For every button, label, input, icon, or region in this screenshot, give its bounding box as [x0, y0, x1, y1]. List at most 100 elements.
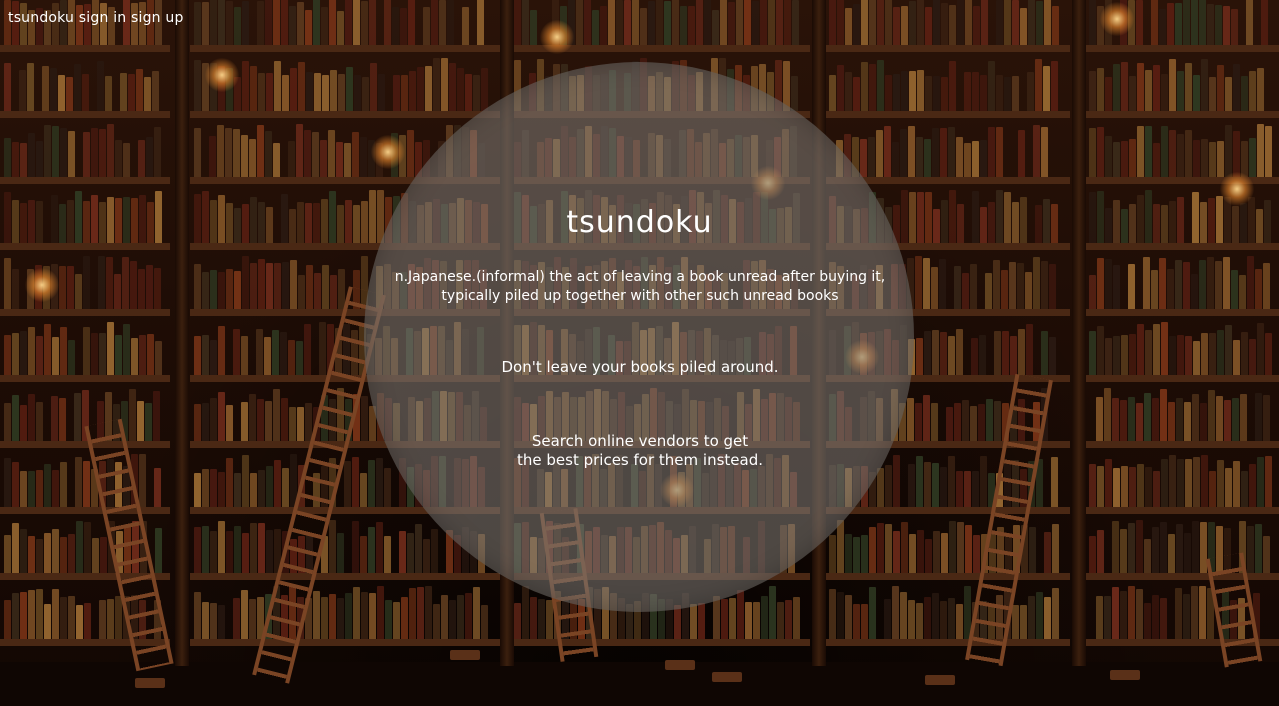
book	[1265, 126, 1272, 177]
floor	[0, 662, 1279, 706]
book	[265, 0, 272, 45]
book	[1029, 527, 1036, 573]
book	[1209, 142, 1216, 177]
book	[941, 533, 948, 573]
book	[980, 140, 987, 177]
book	[988, 61, 995, 111]
book	[194, 473, 201, 507]
book	[1161, 322, 1168, 375]
book	[67, 266, 74, 309]
book	[664, 1, 671, 45]
book	[266, 466, 273, 507]
book	[218, 392, 225, 441]
book	[354, 75, 361, 111]
book	[76, 605, 83, 639]
book	[272, 330, 279, 375]
book	[210, 270, 217, 309]
book	[1257, 323, 1264, 375]
book	[1241, 471, 1248, 507]
book	[1193, 457, 1200, 507]
book	[257, 1, 264, 45]
book	[152, 71, 159, 111]
book	[1136, 520, 1143, 573]
book	[1012, 0, 1019, 45]
book	[948, 127, 955, 177]
stool	[712, 672, 742, 682]
book	[92, 538, 99, 573]
book	[75, 457, 82, 507]
book	[656, 0, 663, 45]
book	[1012, 605, 1019, 639]
book	[1249, 464, 1256, 507]
book	[993, 260, 1000, 309]
book	[1004, 77, 1011, 111]
book	[138, 269, 145, 309]
book	[909, 71, 916, 111]
book	[1225, 125, 1232, 177]
book	[1217, 141, 1224, 177]
book	[1153, 65, 1160, 111]
book	[1169, 130, 1176, 177]
book	[1217, 65, 1224, 111]
book	[1241, 76, 1248, 111]
book	[344, 461, 351, 507]
book	[861, 62, 868, 111]
bookshelf	[0, 320, 170, 382]
book	[1089, 71, 1096, 111]
book	[28, 327, 35, 375]
book	[1201, 455, 1208, 507]
book	[304, 324, 311, 375]
book	[978, 404, 985, 441]
book	[138, 140, 145, 177]
book	[940, 128, 947, 177]
book	[1113, 336, 1120, 375]
book	[409, 588, 416, 639]
book	[137, 401, 144, 441]
book	[949, 61, 956, 111]
book	[1044, 532, 1051, 573]
book	[98, 256, 105, 309]
book	[68, 131, 75, 177]
book	[128, 74, 135, 111]
book	[4, 258, 11, 309]
book	[1183, 0, 1190, 45]
book	[288, 141, 295, 177]
book	[60, 537, 67, 573]
book	[1151, 0, 1158, 45]
book	[131, 338, 138, 375]
book	[869, 587, 876, 639]
brand-link[interactable]: tsundoku	[8, 10, 74, 26]
book	[1233, 340, 1240, 375]
book	[1239, 275, 1246, 309]
bookshelf	[825, 518, 1070, 580]
book	[1010, 336, 1017, 375]
book	[900, 129, 907, 177]
book	[753, 602, 760, 639]
book	[52, 126, 59, 177]
book	[980, 456, 987, 507]
sign-up-link[interactable]: sign up	[131, 10, 184, 26]
book	[1143, 257, 1150, 309]
book	[52, 337, 59, 375]
book	[281, 398, 288, 441]
book	[1004, 0, 1011, 45]
book	[147, 334, 154, 375]
book	[829, 75, 836, 111]
book	[632, 0, 639, 45]
book	[1207, 4, 1214, 45]
sign-in-link[interactable]: sign in	[79, 10, 127, 26]
book	[885, 0, 892, 45]
book	[1151, 270, 1158, 309]
book	[1097, 68, 1104, 111]
book	[304, 130, 311, 177]
book	[1113, 265, 1120, 309]
book	[12, 333, 19, 375]
book	[901, 71, 908, 111]
book	[1246, 0, 1253, 45]
book	[980, 75, 987, 111]
book	[1263, 395, 1270, 441]
book	[241, 402, 248, 441]
definition-text: n.Japanese.(informal) the act of leaving…	[380, 268, 900, 306]
bookshelf	[0, 386, 170, 448]
book	[83, 132, 90, 177]
